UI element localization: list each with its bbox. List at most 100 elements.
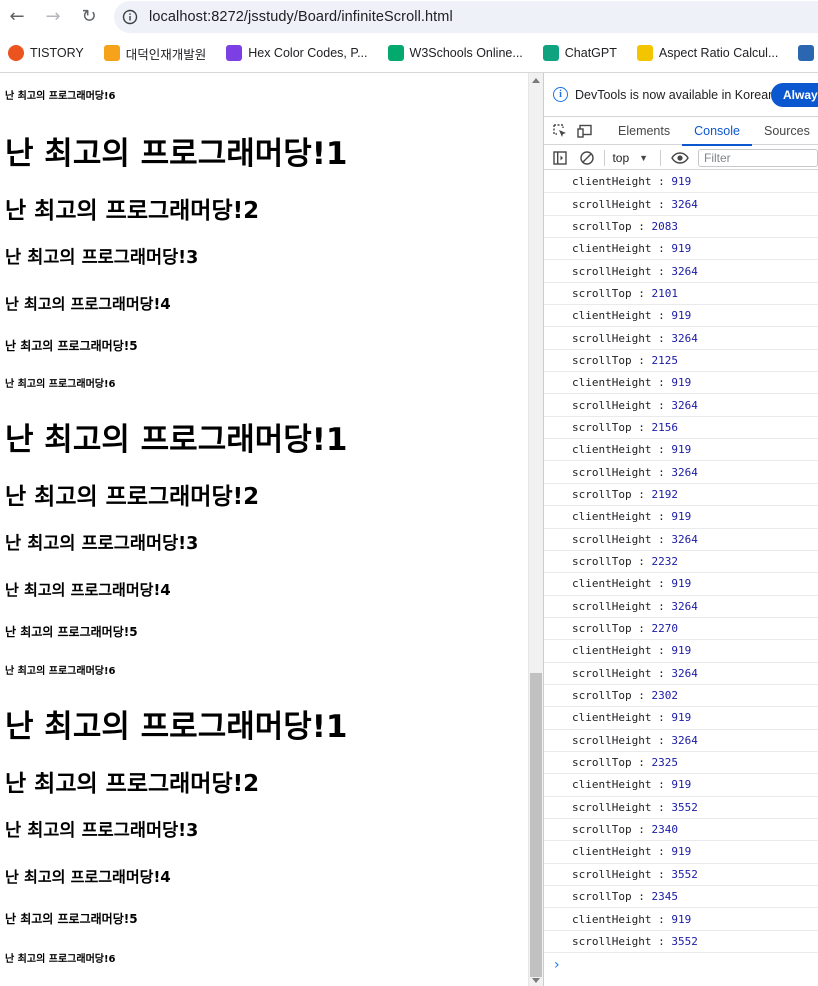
bookmark-item[interactable]: Aspect Ratio Calcul... [635, 39, 785, 67]
console-message: scrollHeight : 3552 [544, 797, 818, 819]
bookmark-item[interactable]: 대덕인재개발원 [102, 39, 213, 67]
inspect-element-button[interactable] [552, 122, 568, 140]
console-message-label: scrollTop : [572, 756, 652, 770]
console-message: scrollHeight : 3264 [544, 394, 818, 417]
clear-icon [580, 150, 594, 165]
heading-h6: 난 최고의 프로그래머당!6 [5, 954, 116, 965]
console-message-value: 2101 [651, 286, 678, 300]
url-text[interactable]: localhost:8272/jsstudy/Board/infiniteScr… [149, 9, 453, 25]
console-message-value: 3264 [671, 666, 698, 680]
heading-h3: 난 최고의 프로그래머당!3 [5, 534, 199, 554]
forward-button[interactable]: → [40, 4, 66, 30]
console-message: scrollTop : 2302 [544, 685, 818, 708]
scroll-down-arrow-icon[interactable] [532, 978, 540, 983]
dropdown-triangle-icon: ▼ [639, 152, 649, 163]
console-message-value: 919 [671, 376, 692, 390]
console-message: scrollTop : 2192 [544, 484, 818, 507]
console-message-label: scrollTop : [572, 890, 652, 904]
bookmark-item[interactable]: Mav [796, 39, 818, 67]
tab-elements[interactable]: Elements [606, 118, 682, 145]
console-message-label: scrollHeight : [572, 666, 672, 680]
heading-h4: 난 최고의 프로그래머당!4 [5, 581, 171, 599]
console-message: scrollTop : 2125 [544, 350, 818, 373]
reload-button[interactable]: ↻ [76, 4, 102, 30]
javascript-context-select[interactable]: top ▼ [612, 151, 648, 165]
console-message-value: 919 [671, 175, 692, 189]
console-message-label: clientHeight : [572, 577, 672, 591]
console-message-label: scrollHeight : [572, 465, 672, 479]
console-message-value: 3264 [671, 465, 698, 479]
console-message: scrollTop : 2232 [544, 551, 818, 574]
toolbar-separator [603, 149, 605, 166]
console-prompt-icon[interactable]: › [554, 957, 560, 973]
console-message: clientHeight : 919 [544, 640, 818, 663]
console-message-label: scrollHeight : [572, 398, 672, 412]
info-icon: i [553, 87, 568, 102]
arrow-right-icon: → [45, 6, 61, 27]
console-message-value: 919 [671, 644, 692, 658]
console-message-label: clientHeight : [572, 175, 672, 189]
w3schools-icon [387, 45, 404, 61]
device-toolbar-button[interactable] [577, 122, 593, 140]
page-viewport: 난 최고의 프로그래머당!6 난 최고의 프로그래머당!1 난 최고의 프로그래머당… [0, 73, 528, 986]
bookmark-item[interactable]: Hex Color Codes, P... [224, 39, 373, 67]
tab-sources[interactable]: Sources [752, 118, 818, 145]
address-bar[interactable]: localhost:8272/jsstudy/Board/infiniteScr… [114, 1, 818, 33]
console-message-value: 3264 [671, 599, 698, 613]
bookmark-label: W3Schools Online... [409, 46, 523, 60]
console-message-label: scrollTop : [572, 487, 652, 501]
console-message: clientHeight : 919 [544, 439, 818, 462]
console-message-label: clientHeight : [572, 711, 672, 725]
bookmark-item[interactable]: ChatGPT [541, 39, 623, 67]
console-message-value: 919 [671, 845, 692, 859]
console-message-value: 919 [671, 242, 692, 256]
page-scrollbar[interactable] [528, 73, 543, 986]
console-message: scrollTop : 2345 [544, 886, 818, 909]
console-filter-input[interactable] [698, 148, 818, 167]
console-message: scrollTop : 2270 [544, 618, 818, 641]
console-message: scrollHeight : 3264 [544, 193, 818, 216]
console-message-label: scrollHeight : [572, 331, 672, 345]
console-message-label: scrollTop : [572, 286, 652, 300]
live-expression-button[interactable] [671, 149, 689, 167]
daedeok-icon [103, 45, 120, 61]
console-message: scrollTop : 2325 [544, 752, 818, 775]
console-message-value: 3264 [671, 264, 698, 278]
console-message: clientHeight : 919 [544, 238, 818, 261]
scrollbar-thumb[interactable] [530, 673, 542, 977]
bookmark-item[interactable]: TISTORY [6, 39, 90, 67]
console-message: scrollTop : 2083 [544, 216, 818, 239]
clear-console-button[interactable] [579, 149, 596, 167]
console-message: scrollHeight : 3264 [544, 327, 818, 350]
bookmark-label: Hex Color Codes, P... [248, 46, 368, 60]
heading-h5: 난 최고의 프로그래머당!5 [5, 339, 138, 353]
bookmark-label: TISTORY [30, 46, 84, 60]
bookmark-label: Aspect Ratio Calcul... [658, 46, 779, 60]
console-message: scrollHeight : 3264 [544, 596, 818, 618]
bookmark-item[interactable]: W3Schools Online... [386, 39, 529, 67]
bookmark-label: ChatGPT [564, 46, 617, 60]
console-message-value: 919 [671, 778, 692, 792]
console-message: scrollTop : 2101 [544, 283, 818, 306]
console-message-value: 3264 [671, 398, 698, 412]
console-message-label: clientHeight : [572, 510, 672, 524]
console-message-value: 2083 [651, 219, 678, 233]
always-match-language-button[interactable]: Always r [771, 83, 818, 107]
console-sidebar-toggle[interactable] [552, 149, 569, 167]
site-info-button[interactable] [119, 6, 141, 28]
hex-color-icon [226, 45, 243, 61]
console-message-label: clientHeight : [572, 912, 672, 926]
heading-h6: 난 최고의 프로그래머당!6 [5, 379, 116, 390]
back-button[interactable]: ← [4, 4, 30, 30]
scroll-up-arrow-icon[interactable] [532, 78, 540, 83]
console-message-label: scrollTop : [572, 555, 652, 569]
console-message-value: 3264 [671, 331, 698, 345]
tab-console[interactable]: Console [682, 118, 752, 146]
console-message-label: clientHeight : [572, 376, 672, 390]
heading-h5: 난 최고의 프로그래머당!5 [5, 912, 138, 926]
console-message-value: 3552 [671, 934, 698, 948]
console-toolbar: top ▼ [544, 146, 818, 170]
console-message-label: clientHeight : [572, 242, 672, 256]
browser-toolbar: ← → ↻ localhost:8272/jsstudy/Board/infin… [0, 0, 818, 34]
console-message-label: scrollHeight : [572, 733, 672, 747]
